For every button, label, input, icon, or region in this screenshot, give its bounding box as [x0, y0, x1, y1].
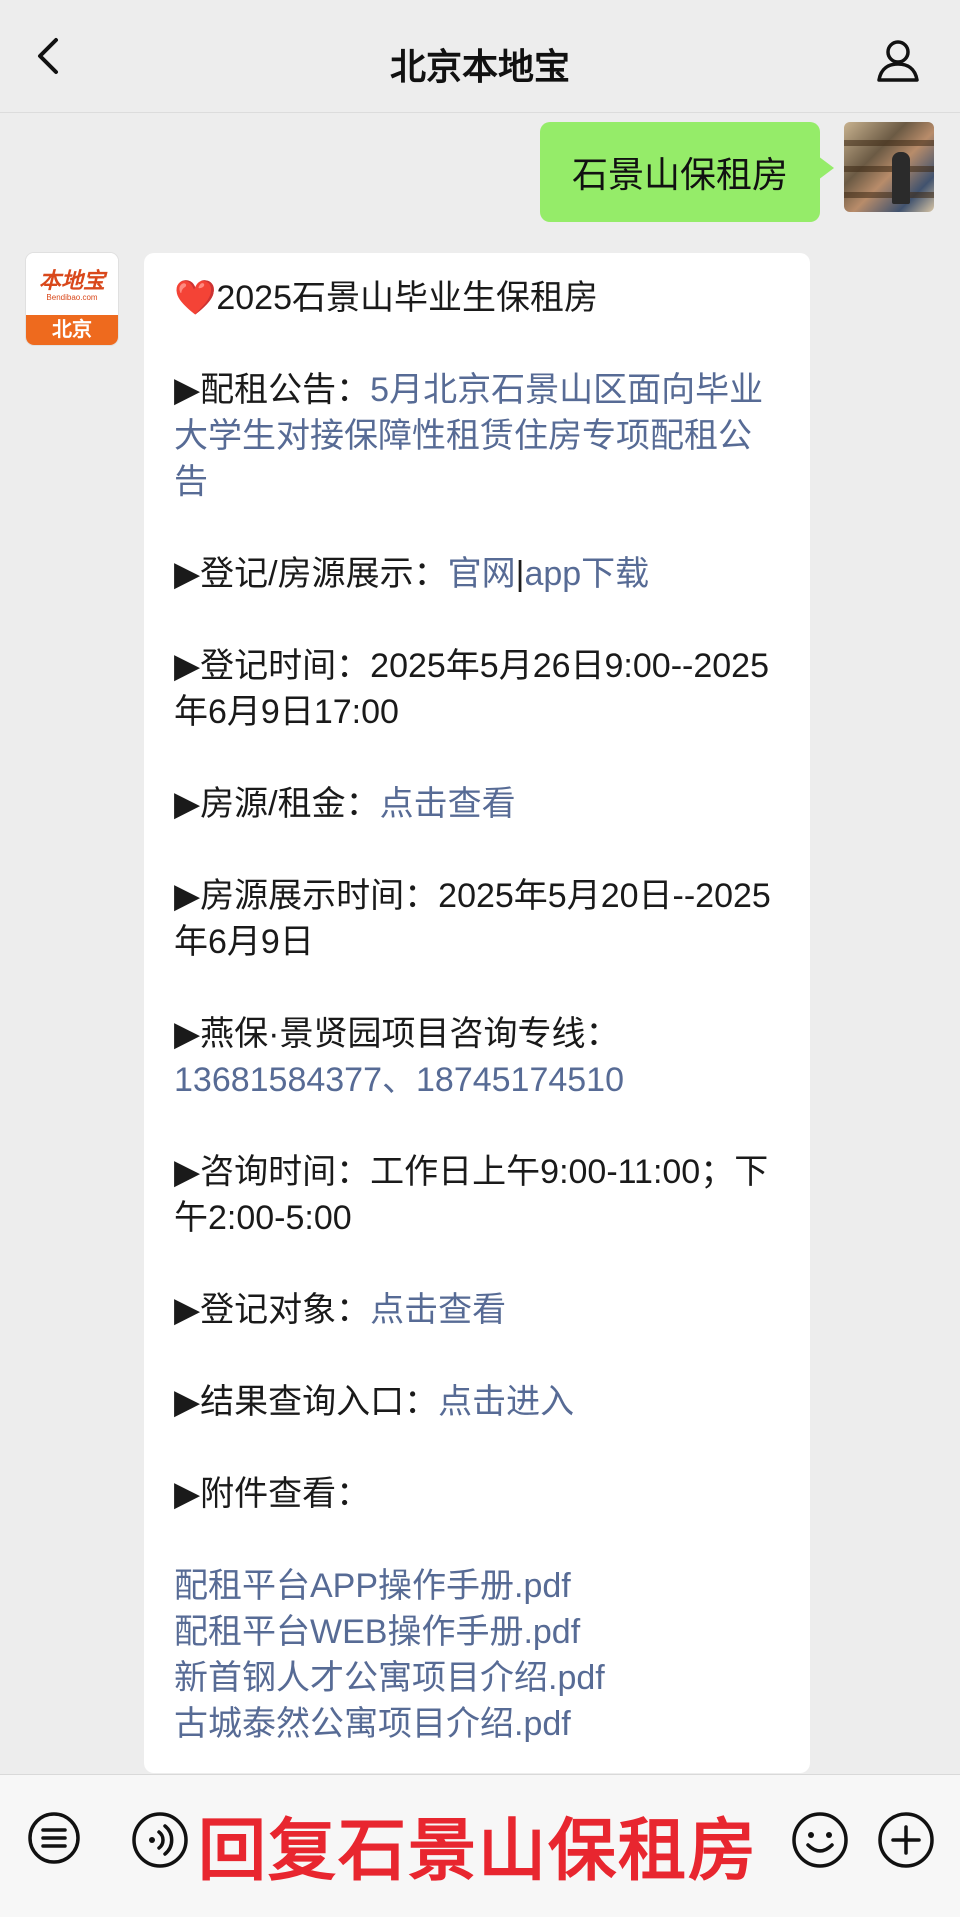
- logo-domain-text: Bendibao.com: [46, 293, 98, 302]
- result-enter-link[interactable]: 点击进入: [438, 1383, 574, 1421]
- person-icon: [877, 40, 919, 82]
- hotline-label: ▶燕保·景贤园项目咨询专线：: [174, 1015, 620, 1053]
- notice-item: ▶配租公告：5月北京石景山区面向毕业大学生对接保障性租赁住房专项配租公告: [174, 367, 780, 505]
- consult-time-item: ▶咨询时间：工作日上午9:00-11:00；下午2:00-5:00: [174, 1149, 780, 1241]
- official-site-link[interactable]: 官网: [448, 555, 516, 593]
- outgoing-message-row: 石景山保租房: [539, 122, 934, 222]
- hotline-phone-link[interactable]: 13681584377、18745174510: [174, 1061, 624, 1099]
- official-account-profile-button[interactable]: [874, 36, 922, 84]
- chat-title: 北京本地宝: [389, 46, 570, 87]
- heart-icon: ❤️: [174, 279, 217, 317]
- app-download-link[interactable]: app下载: [524, 555, 649, 593]
- register-label: ▶登记/房源展示：: [174, 555, 448, 593]
- more-actions-button[interactable]: [876, 1810, 936, 1870]
- attachment-link[interactable]: 配租平台WEB操作手册.pdf: [174, 1609, 780, 1655]
- show-time-item: ▶房源展示时间：2025年5月20日--2025年6月9日: [174, 873, 780, 965]
- registration-time-item: ▶登记时间：2025年5月26日9:00--2025年6月9日17:00: [174, 643, 780, 735]
- logo-city-text: 北京: [26, 315, 118, 345]
- target-label: ▶登记对象：: [174, 1291, 371, 1329]
- reply-keyword-overlay: 回复石景山保租房: [198, 1813, 759, 1889]
- attachments-list: 配租平台APP操作手册.pdf 配租平台WEB操作手册.pdf 新首钢人才公寓项…: [174, 1563, 780, 1747]
- result-label: ▶结果查询入口：: [174, 1383, 439, 1421]
- show-time-label: ▶房源展示时间：: [174, 877, 439, 915]
- logo-brand-text: 本地宝: [38, 268, 105, 293]
- attachments-heading: ▶附件查看：: [174, 1475, 371, 1513]
- message-title-text: 2025石景山毕业生保租房: [216, 279, 598, 317]
- bottom-input-bar: 回复石景山保租房: [0, 1774, 960, 1917]
- rent-label: ▶房源/租金：: [174, 785, 380, 823]
- register-item: ▶登记/房源展示：官网|app下载: [174, 551, 780, 597]
- smiley-icon: [792, 1812, 848, 1868]
- registration-time-label: ▶登记时间：: [174, 647, 371, 685]
- attachment-link[interactable]: 新首钢人才公寓项目介绍.pdf: [174, 1655, 780, 1701]
- attachment-link[interactable]: 配租平台APP操作手册.pdf: [174, 1563, 780, 1609]
- voice-input-button[interactable]: [130, 1810, 190, 1870]
- notice-label: ▶配租公告：: [174, 371, 371, 409]
- result-item: ▶结果查询入口：点击进入: [174, 1379, 780, 1425]
- plus-icon: [878, 1812, 934, 1868]
- emoji-button[interactable]: [790, 1810, 850, 1870]
- attachment-link[interactable]: 古城泰然公寓项目介绍.pdf: [174, 1701, 780, 1747]
- user-avatar[interactable]: [844, 122, 934, 212]
- menu-toggle-button[interactable]: [24, 1810, 84, 1870]
- menu-list-icon: [28, 1812, 80, 1864]
- official-account-avatar[interactable]: 本地宝 Bendibao.com 北京: [26, 253, 118, 345]
- target-item: ▶登记对象：点击查看: [174, 1287, 780, 1333]
- incoming-message-bubble: ❤️2025石景山毕业生保租房 ▶配租公告：5月北京石景山区面向毕业大学生对接保…: [144, 253, 810, 1773]
- rent-item: ▶房源/租金：点击查看: [174, 781, 780, 827]
- message-title: ❤️2025石景山毕业生保租房: [174, 275, 780, 321]
- voice-icon: [132, 1812, 188, 1868]
- top-nav-bar: 北京本地宝: [0, 0, 960, 113]
- consult-time-label: ▶咨询时间：: [174, 1153, 371, 1191]
- hotline-item: ▶燕保·景贤园项目咨询专线： 13681584377、18745174510: [174, 1011, 780, 1103]
- rent-view-link[interactable]: 点击查看: [380, 785, 516, 823]
- outgoing-message-bubble[interactable]: 石景山保租房: [539, 122, 835, 222]
- target-view-link[interactable]: 点击查看: [370, 1291, 506, 1329]
